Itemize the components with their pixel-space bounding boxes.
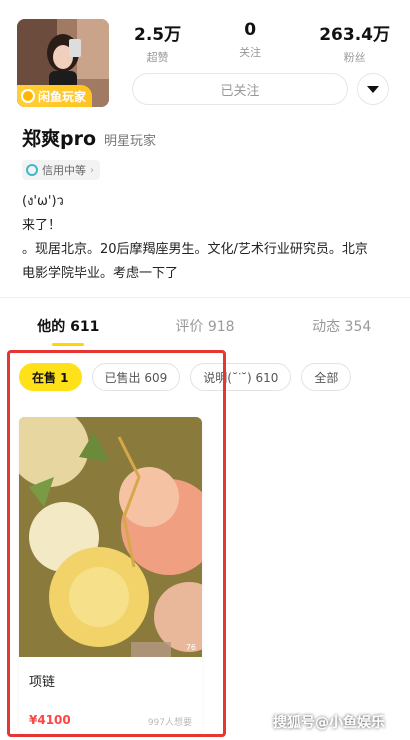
item-card[interactable]: 76 项链 ¥4100 997人想要 [19,417,202,734]
bio-line: (ง'ω')ว [22,194,64,209]
item-want-count: 997人想要 [147,718,192,728]
fish-badge-icon [21,89,35,103]
filter-notes[interactable]: 说明(˘ᐝ˘) 610 [190,363,292,391]
name-row: 郑爽pro 明星玩家 [22,124,156,151]
filter-all[interactable]: 全部 [301,363,352,391]
user-bio: (ง'ω')ว 来了！ 。现居北京。20后摩羯座男生。文化/艺术行业研究员。北京… [22,190,392,286]
item-image [19,417,202,657]
item-price: ¥4100 [29,713,71,727]
stat-fans[interactable]: 263.4万 粉丝 [319,20,390,65]
tab-items[interactable]: 他的 611 [0,316,137,346]
stat-following-label: 关注 [239,46,262,59]
tab-posts-label: 动态 354 [312,319,372,335]
player-badge-label: 闲鱼玩家 [38,89,87,104]
tab-reviews[interactable]: 评价 918 [137,316,274,346]
item-filters: 在售 1 已售出 609 说明(˘ᐝ˘) 610 全部 [19,363,352,391]
credit-badge[interactable]: 信用中等 › [22,160,100,180]
stat-following[interactable]: 0 关注 [239,20,261,65]
tab-active-underline [52,343,85,346]
user-name: 郑爽pro [22,128,97,150]
bio-line: 电影学院毕业。考虑一下了 [22,266,179,281]
watermark: 搜狐号@小鱼娱乐 [273,715,385,731]
stat-likes[interactable]: 2.5万 超赞 [134,20,181,65]
bio-line: 。现居北京。20后摩羯座男生。文化/艺术行业研究员。北京 [22,242,368,257]
followed-button[interactable]: 已关注 [132,73,348,105]
stat-likes-value: 2.5万 [134,25,182,45]
tab-posts[interactable]: 动态 354 [273,316,410,346]
tab-items-label: 他的 611 [37,319,100,335]
filter-sold[interactable]: 已售出 609 [91,363,181,391]
chevron-right-icon: › [90,164,94,176]
credit-label: 信用中等 [42,164,86,177]
dropdown-triangle-icon [367,85,379,93]
tab-reviews-label: 评价 918 [175,319,235,335]
bio-line: 来了！ [22,218,62,233]
image-count: 76 [185,643,196,652]
stat-fans-label: 粉丝 [343,51,366,64]
avatar[interactable]: 闲鱼玩家 [17,19,109,107]
profile-tabs: 他的 611 评价 918 动态 354 [0,316,410,346]
stat-likes-label: 超赞 [146,51,169,64]
player-badge: 闲鱼玩家 [17,85,93,107]
credit-icon [26,164,38,176]
section-divider [0,297,410,298]
user-tag: 明星玩家 [104,134,157,149]
stat-fans-value: 263.4万 [319,25,390,45]
filter-on-sale[interactable]: 在售 1 [19,363,82,391]
more-button[interactable] [357,73,389,105]
stat-following-value: 0 [244,20,257,40]
profile-stats: 2.5万 超赞 0 关注 263.4万 粉丝 [130,20,400,65]
item-title: 项链 [29,675,56,690]
